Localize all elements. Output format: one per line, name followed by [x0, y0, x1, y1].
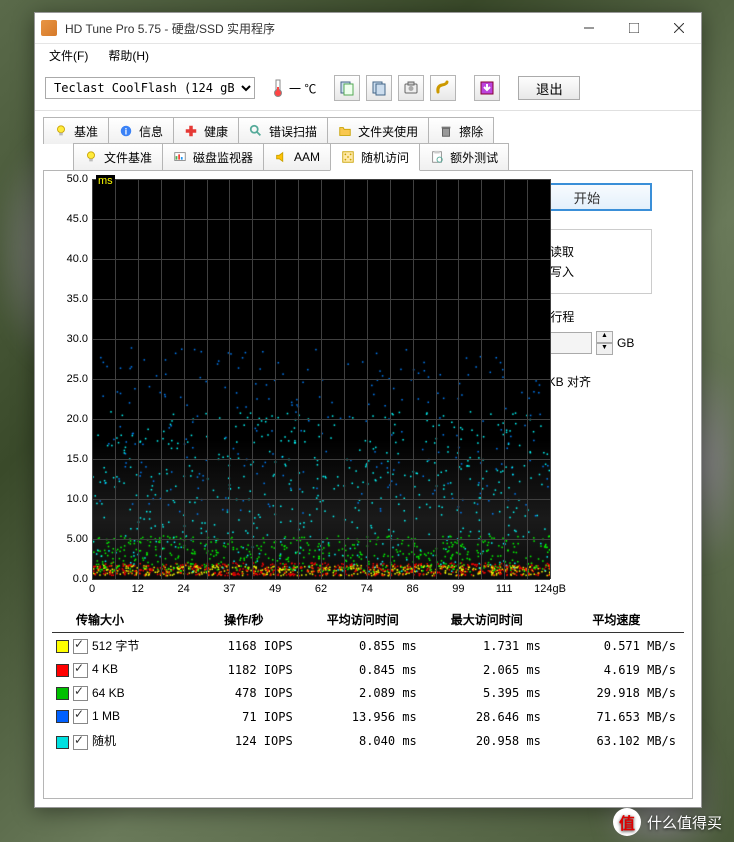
options-button[interactable]: [430, 75, 456, 101]
exit-button[interactable]: 退出: [518, 76, 580, 100]
table-row: 64 KB478 IOPS2.089 ms5.395 ms29.918 MB/s: [52, 682, 684, 705]
speaker-icon: [274, 150, 288, 164]
table-row: 随机124 IOPS8.040 ms20.958 ms63.102 MB/s: [52, 728, 684, 753]
tab-信息[interactable]: i信息: [108, 117, 174, 144]
window-title: HD Tune Pro 5.75 - 硬盘/SSD 实用程序: [65, 20, 566, 37]
watermark-icon: 值: [613, 808, 641, 836]
temperature-display: 一 ℃: [271, 79, 316, 97]
copy-screenshot-button[interactable]: [366, 75, 392, 101]
app-window: HD Tune Pro 5.75 - 硬盘/SSD 实用程序 文件(F) 帮助(…: [34, 12, 702, 808]
tab-content: ms 0.05.0010.015.020.025.030.035.040.045…: [43, 170, 693, 799]
search-icon: [249, 124, 263, 138]
title-bar: HD Tune Pro 5.75 - 硬盘/SSD 实用程序: [35, 13, 701, 44]
row-checkbox[interactable]: [73, 709, 88, 724]
plus-red-icon: [184, 124, 198, 138]
scatter-chart: [92, 179, 550, 579]
watermark: 值 什么值得买: [613, 808, 722, 836]
tab-擦除[interactable]: 擦除: [428, 117, 494, 144]
info-icon: i: [119, 124, 133, 138]
trash-icon: [439, 124, 453, 138]
thermometer-icon: [271, 79, 285, 97]
tab-基准[interactable]: 基准: [43, 117, 109, 144]
table-row: 512 字节1168 IOPS0.855 ms1.731 ms0.571 MB/…: [52, 633, 684, 659]
row-checkbox[interactable]: [73, 663, 88, 678]
toolbar: Teclast CoolFlash (124 gB) 一 ℃ 退出: [35, 66, 701, 111]
tab-额外测试[interactable]: 额外测试: [419, 143, 509, 170]
results-table: 传输大小操作/秒平均访问时间最大访问时间平均速度 512 字节1168 IOPS…: [52, 607, 684, 754]
save-screenshot-button[interactable]: [398, 75, 424, 101]
lightbulb-icon: [54, 124, 68, 138]
random-icon: [341, 150, 355, 164]
row-checkbox[interactable]: [73, 735, 88, 750]
menu-bar: 文件(F) 帮助(H): [35, 44, 701, 66]
chart-area: ms 0.05.0010.015.020.025.030.035.040.045…: [52, 179, 510, 579]
x-axis: 01224374962748699111124gB: [92, 583, 550, 601]
maximize-button[interactable]: [611, 14, 656, 43]
menu-file[interactable]: 文件(F): [43, 45, 94, 66]
clipboard-icon: [430, 150, 444, 164]
monitor-icon: [173, 150, 187, 164]
lightbulb-icon: [84, 150, 98, 164]
row-checkbox[interactable]: [73, 639, 88, 654]
svg-text:i: i: [125, 127, 127, 137]
tab-AAM[interactable]: AAM: [263, 143, 331, 170]
close-button[interactable]: [656, 14, 701, 43]
y-axis: 0.05.0010.015.020.025.030.035.040.045.05…: [52, 179, 92, 579]
tabs: 基准i信息健康错误扫描文件夹使用擦除 文件基准磁盘监视器AAM随机访问额外测试: [35, 111, 701, 170]
table-row: 1 MB71 IOPS13.956 ms28.646 ms71.653 MB/s: [52, 705, 684, 728]
folder-icon: [338, 124, 352, 138]
table-row: 4 KB1182 IOPS0.845 ms2.065 ms4.619 MB/s: [52, 658, 684, 681]
save-button[interactable]: [474, 75, 500, 101]
tab-文件夹使用[interactable]: 文件夹使用: [327, 117, 429, 144]
tab-文件基准[interactable]: 文件基准: [73, 143, 163, 170]
drive-select[interactable]: Teclast CoolFlash (124 gB): [45, 77, 255, 99]
minimize-button[interactable]: [566, 14, 611, 43]
stroke-spin-buttons[interactable]: ▲▼: [596, 331, 613, 355]
y-axis-unit: ms: [96, 175, 115, 187]
menu-help[interactable]: 帮助(H): [102, 45, 155, 66]
tab-随机访问[interactable]: 随机访问: [330, 143, 420, 171]
tab-健康[interactable]: 健康: [173, 117, 239, 144]
row-checkbox[interactable]: [73, 686, 88, 701]
copy-info-button[interactable]: [334, 75, 360, 101]
app-icon: [41, 20, 57, 36]
tab-磁盘监视器[interactable]: 磁盘监视器: [162, 143, 264, 170]
tab-错误扫描[interactable]: 错误扫描: [238, 117, 328, 144]
